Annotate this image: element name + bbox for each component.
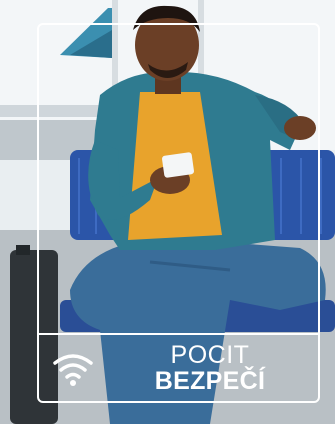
caption-line-2: BEZPEČÍ xyxy=(154,367,266,395)
promo-banner: POCIT BEZPEČÍ xyxy=(0,0,335,424)
caption-line-1: POCIT xyxy=(170,341,250,369)
banner-caption: POCIT BEZPEČÍ xyxy=(110,343,310,394)
wifi-icon xyxy=(53,354,93,386)
frame-divider xyxy=(37,333,320,335)
